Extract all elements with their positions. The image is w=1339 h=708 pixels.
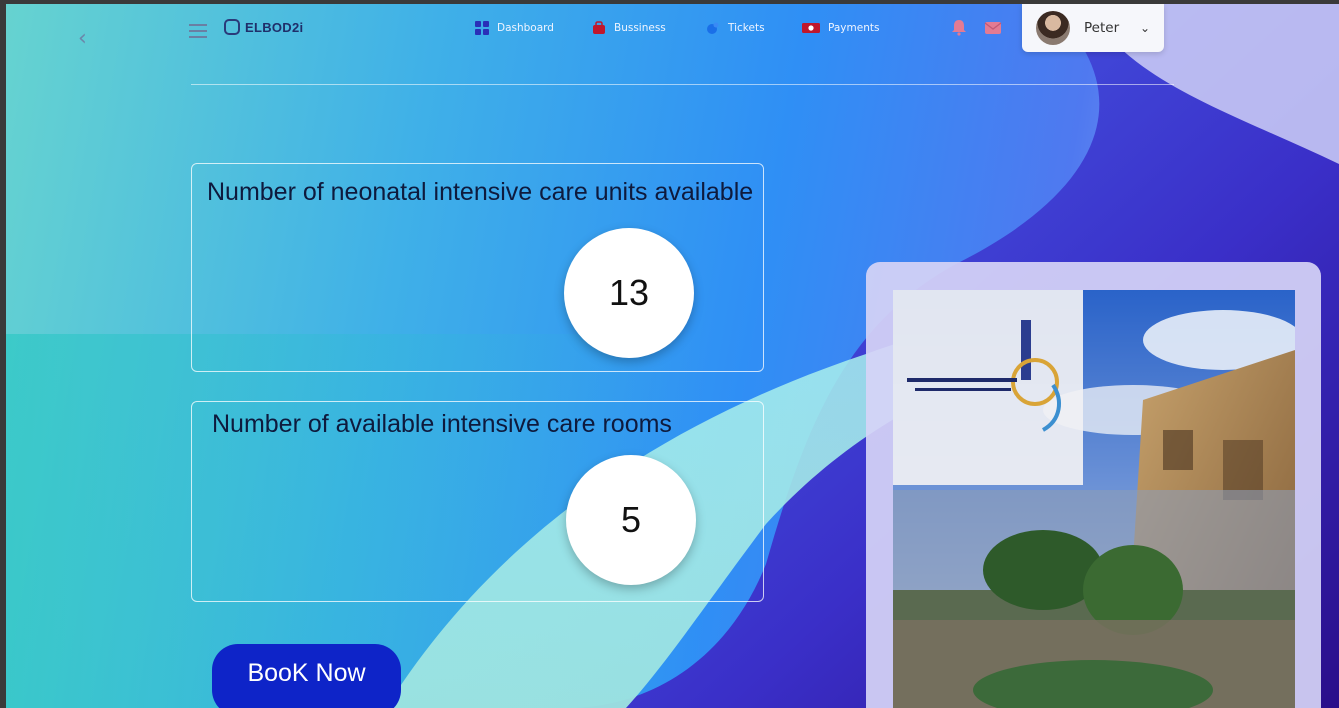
book-now-button[interactable]: BooK Now — [212, 644, 401, 708]
nav-tickets[interactable]: Tickets — [706, 21, 765, 35]
nav-label: Tickets — [728, 22, 765, 34]
header-divider — [191, 84, 1174, 85]
logo-text: ELBOD2i — [245, 19, 304, 35]
nav-dashboard[interactable]: Dashboard — [475, 21, 554, 35]
stat-value-bubble: 13 — [564, 228, 694, 358]
bell-icon[interactable] — [950, 18, 968, 36]
chevron-down-icon: ⌄ — [1139, 21, 1150, 35]
back-chevron-icon[interactable]: ‹ — [78, 26, 87, 51]
stat-card-title: Number of available intensive care rooms — [212, 410, 672, 438]
stat-value-bubble: 5 — [566, 455, 696, 585]
app-logo[interactable]: ELBOD2i — [224, 19, 303, 35]
hospital-photo — [893, 290, 1295, 708]
ticket-icon — [707, 22, 719, 34]
nav-label: Dashboard — [497, 22, 554, 34]
dashboard-grid-icon — [475, 21, 489, 35]
nav-business[interactable]: Bussiness — [592, 21, 666, 35]
briefcase-icon — [593, 21, 605, 34]
avatar — [1036, 11, 1070, 45]
logo-mark-icon — [224, 19, 240, 35]
menu-icon[interactable] — [189, 24, 207, 38]
user-menu[interactable]: Peter ⌄ — [1022, 4, 1164, 52]
nav-label: Bussiness — [614, 22, 666, 34]
stat-card-title: Number of neonatal intensive care units … — [207, 178, 754, 206]
money-icon — [802, 23, 820, 33]
app-frame: ‹ ELBOD2i Dashboard Bussiness Tickets Pa… — [6, 4, 1339, 708]
nav-payments[interactable]: Payments — [802, 21, 879, 35]
nav-label: Payments — [828, 22, 880, 34]
user-name: Peter — [1084, 20, 1120, 36]
mail-icon[interactable] — [984, 18, 1002, 36]
